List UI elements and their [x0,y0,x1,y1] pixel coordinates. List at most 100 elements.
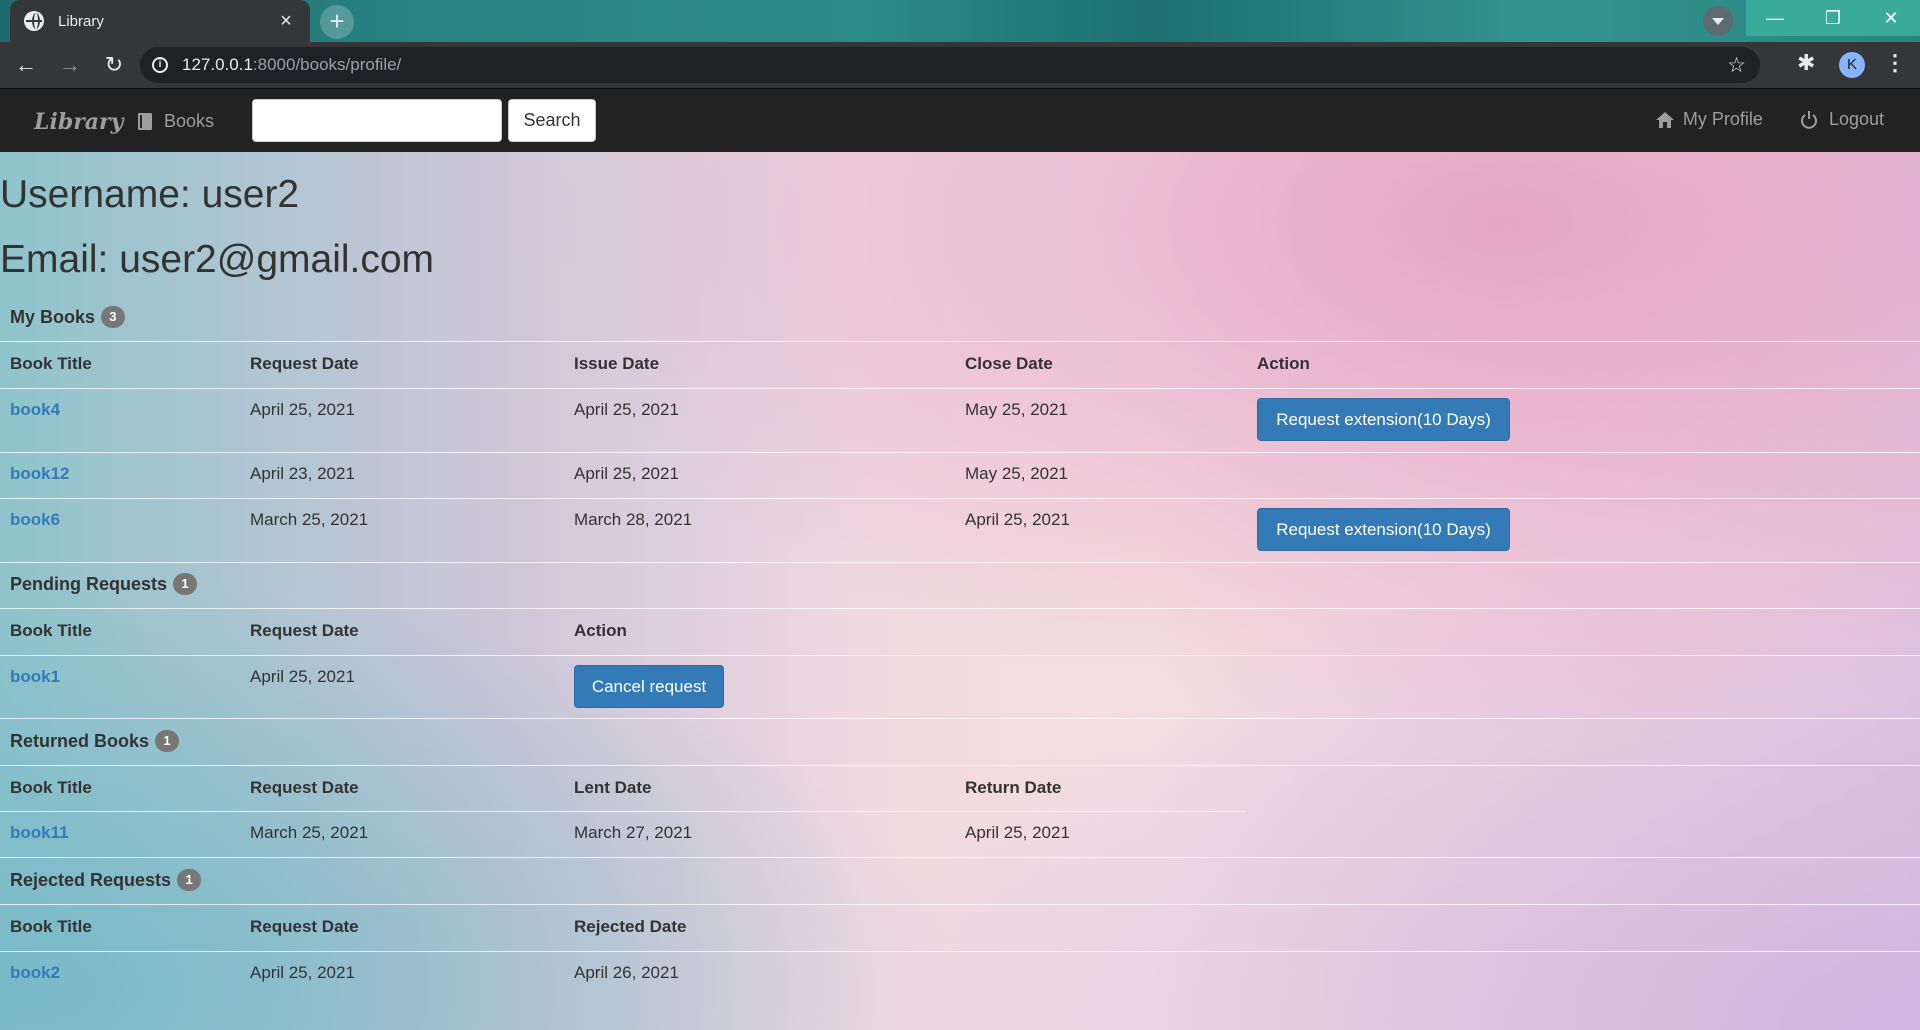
divider [0,655,1920,656]
col-header-request-date: Request Date [250,778,359,797]
forward-icon[interactable]: → [52,47,88,83]
request-extension-button[interactable]: Request extension(10 Days) [1257,508,1510,551]
nav-books-link[interactable]: Books [138,111,214,132]
cancel-request-button[interactable]: Cancel request [574,665,724,708]
divider [0,811,1245,812]
nav-books-label: Books [164,111,215,131]
col-header-book-title: Book Title [10,354,92,373]
email-heading: Email: user2@gmail.com [0,238,435,281]
returned-books-title: Returned Books 1 [10,730,180,752]
col-header-request-date: Request Date [250,917,359,936]
window-close-icon[interactable]: ✕ [1862,0,1920,36]
my-books-count-badge: 3 [101,306,126,328]
lent-date-cell: March 27, 2021 [574,823,693,842]
browser-toolbar: ← → ↻ i 127.0.0.1:8000/books/profile/ ☆ [0,42,1920,88]
logout-link[interactable]: Logout [1799,109,1884,130]
divider [0,718,1920,719]
divider [0,951,1920,952]
search-input[interactable] [252,99,502,142]
book-link-book4[interactable]: book4 [10,400,60,420]
nav-right: My Profile Logout [1619,109,1884,130]
pending-requests-label: Pending Requests [10,573,168,594]
rejected-count-badge: 1 [177,869,202,891]
globe-icon [24,11,44,31]
returned-books-label: Returned Books [10,730,150,751]
divider [0,341,1920,342]
back-icon[interactable]: ← [8,47,44,83]
new-tab-button[interactable]: + [320,5,354,39]
divider [0,765,1920,766]
request-date-cell: April 23, 2021 [250,464,355,483]
rejected-requests-label: Rejected Requests [10,869,172,890]
book-link-book6[interactable]: book6 [10,510,60,530]
close-date-cell: May 25, 2021 [965,464,1069,483]
avatar[interactable]: K [1839,52,1865,78]
star-icon[interactable]: ☆ [1727,53,1746,78]
home-icon [1655,111,1674,128]
divider [0,608,1920,609]
rejected-date-cell: April 26, 2021 [574,963,679,982]
issue-date-cell: April 25, 2021 [574,400,679,419]
reload-icon[interactable]: ↻ [96,47,132,83]
request-date-cell: April 25, 2021 [250,963,355,982]
my-books-label: My Books [10,306,96,327]
window-controls: — ❐ ✕ [1746,0,1920,36]
tab-search-icon[interactable] [1703,6,1733,36]
rejected-requests-title: Rejected Requests 1 [10,869,202,891]
col-header-action: Action [1257,354,1310,373]
issue-date-cell: March 28, 2021 [574,510,693,529]
info-icon[interactable]: i [152,57,168,73]
book-link-book2[interactable]: book2 [10,963,60,983]
url-host: 127.0.0.1 [182,55,253,74]
restore-icon[interactable]: ❐ [1804,0,1862,36]
logout-label: Logout [1828,109,1884,129]
kebab-menu-icon[interactable]: ⋮ [1884,50,1906,76]
col-header-return-date: Return Date [965,778,1062,797]
col-header-request-date: Request Date [250,354,359,373]
pending-count-badge: 1 [173,573,198,595]
my-profile-link[interactable]: My Profile [1655,109,1763,130]
tab-title: Library [58,12,104,30]
col-header-lent-date: Lent Date [574,778,652,797]
app-navbar: Library Books Search My Profile Logout [0,88,1920,152]
close-date-cell: May 25, 2021 [965,400,1069,419]
col-header-action: Action [574,621,627,640]
profile-page: Username: user2 Email: user2@gmail.com M… [0,152,1920,1030]
browser-tab[interactable]: Library × [10,0,310,42]
address-bar[interactable]: i 127.0.0.1:8000/books/profile/ ☆ [140,47,1760,83]
request-date-cell: March 25, 2021 [250,510,369,529]
col-header-book-title: Book Title [10,917,92,936]
divider [0,904,1920,905]
issue-date-cell: April 25, 2021 [574,464,679,483]
col-header-request-date: Request Date [250,621,359,640]
brand-logo[interactable]: Library [34,109,123,135]
search-button[interactable]: Search [508,99,596,142]
close-icon[interactable]: × [276,10,296,33]
divider [0,498,1920,499]
my-profile-label: My Profile [1682,109,1763,129]
close-date-cell: April 25, 2021 [965,510,1070,529]
divider [0,452,1920,453]
divider [0,562,1920,563]
returned-count-badge: 1 [155,730,180,752]
col-header-close-date: Close Date [965,354,1053,373]
col-header-book-title: Book Title [10,778,92,797]
request-extension-button[interactable]: Request extension(10 Days) [1257,398,1510,441]
request-date-cell: March 25, 2021 [250,823,369,842]
request-date-cell: April 25, 2021 [250,400,355,419]
divider [0,857,1920,858]
username-heading: Username: user2 [0,173,300,216]
my-books-title: My Books 3 [10,306,126,328]
request-date-cell: April 25, 2021 [250,667,355,686]
col-header-issue-date: Issue Date [574,354,660,373]
url-path: :8000/books/profile/ [252,55,402,74]
book-link-book1[interactable]: book1 [10,667,60,687]
book-link-book12[interactable]: book12 [10,464,70,484]
divider [0,388,1920,389]
power-icon [1800,110,1817,129]
minimize-icon[interactable]: — [1746,0,1804,36]
book-link-book11[interactable]: book11 [10,823,69,843]
col-header-rejected-date: Rejected Date [574,917,687,936]
puzzle-icon[interactable]: ✱ [1797,50,1815,76]
book-icon [138,113,152,130]
